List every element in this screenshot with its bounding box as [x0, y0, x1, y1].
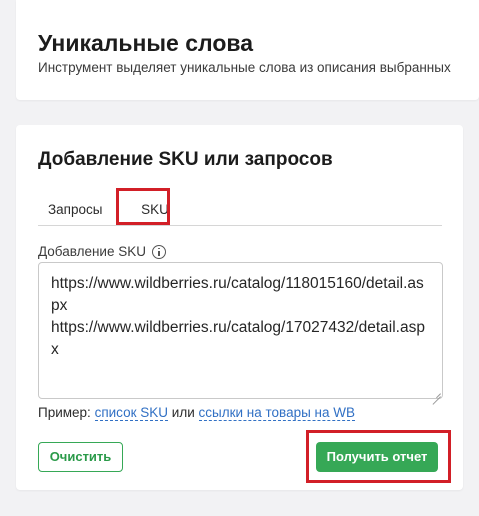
tab-sku[interactable]: SKU — [118, 191, 192, 223]
page-title: Уникальные слова — [38, 30, 254, 56]
page-subtitle: Инструмент выделяет уникальные слова из … — [38, 60, 451, 75]
header-card: Уникальные слова Инструмент выделяет уни… — [16, 0, 479, 100]
example-prefix: Пример: — [38, 405, 91, 420]
example-link-wb-products[interactable]: ссылки на товары на WB — [198, 405, 355, 421]
get-report-button[interactable]: Получить отчет — [316, 442, 438, 472]
add-sku-card: Добавление SKU или запросов Запросы SKU … — [16, 125, 463, 490]
example-link-sku-list[interactable]: список SKU — [94, 405, 169, 421]
section-title: Добавление SKU или запросов — [38, 149, 333, 170]
tab-queries[interactable]: Запросы — [48, 196, 102, 226]
sku-textarea[interactable]: https://www.wildberries.ru/catalog/11801… — [38, 262, 443, 399]
clear-button[interactable]: Очистить — [38, 442, 123, 472]
tab-sku-label: SKU — [141, 202, 169, 217]
example-middle: или — [171, 405, 195, 420]
tabs-bar: Запросы SKU — [38, 196, 442, 226]
field-label-text: Добавление SKU — [38, 244, 146, 259]
example-line: Пример: список SKU или ссылки на товары … — [38, 405, 355, 421]
resize-handle-icon[interactable] — [432, 388, 441, 397]
info-icon[interactable] — [152, 244, 166, 259]
field-label: Добавление SKU — [38, 244, 166, 259]
